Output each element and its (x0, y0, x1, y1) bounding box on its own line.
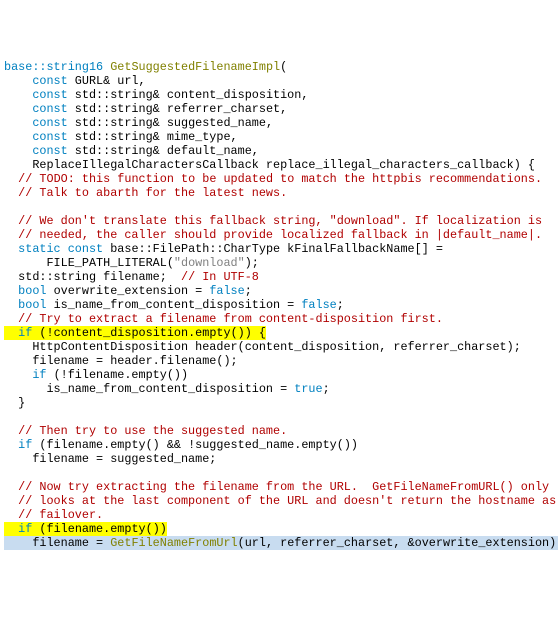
code-line: static const base::FilePath::CharType kF… (4, 242, 443, 256)
code-text: filename = (4, 536, 110, 550)
code-line: // TODO: this function to be updated to … (4, 172, 542, 186)
comment-token: : this function to be updated to match t… (68, 172, 542, 186)
code-text: } (4, 396, 25, 410)
code-text: GURL& url, (68, 74, 146, 88)
code-text: is_name_from_content_disposition = (4, 382, 294, 396)
code-line: const std::string& mime_type, (4, 130, 238, 144)
keyword-token: const (4, 74, 68, 88)
comment-token: // looks at the last component of the UR… (4, 494, 558, 508)
code-text: ( (280, 60, 287, 74)
code-line: // Then try to use the suggested name. (4, 424, 287, 438)
code-text: std::string& content_disposition, (68, 88, 309, 102)
keyword-token: if (18, 326, 32, 340)
keyword-token: bool (4, 298, 46, 312)
code-text: std::string filename; (4, 270, 181, 284)
code-text: FILE_PATH_LITERAL( (4, 256, 174, 270)
code-line: } (4, 396, 25, 410)
code-line: ReplaceIllegalCharactersCallback replace… (4, 158, 535, 172)
code-line: // Try to extract a filename from conten… (4, 312, 443, 326)
code-text: overwrite_extension = (46, 284, 209, 298)
code-line: std::string filename; // In UTF-8 (4, 270, 259, 284)
code-text: (url, referrer_charset, &overwrite_exten… (238, 536, 558, 550)
keyword-token: false (301, 298, 336, 312)
comment-token: // Try to extract a filename from conten… (4, 312, 443, 326)
code-line: const std::string& referrer_charset, (4, 102, 287, 116)
keyword-token: const (4, 130, 68, 144)
comment-token: // Talk to abarth for the latest news. (4, 186, 287, 200)
code-line: const std::string& suggested_name, (4, 116, 273, 130)
highlighted-line: if (filename.empty()) (4, 522, 167, 536)
code-line: HttpContentDisposition header(content_di… (4, 340, 521, 354)
code-text: ; (323, 382, 330, 396)
code-line: const GURL& url, (4, 74, 146, 88)
keyword-token: const (4, 88, 68, 102)
function-name: GetSuggestedFilenameImpl (110, 60, 280, 74)
code-line: // looks at the last component of the UR… (4, 494, 558, 508)
code-text: (filename.empty()) (32, 522, 167, 536)
code-text: ); (245, 256, 259, 270)
highlighted-line: if (!content_disposition.empty()) { (4, 326, 266, 340)
code-text (4, 326, 18, 340)
keyword-token: false (209, 284, 244, 298)
keyword-token: true (294, 382, 322, 396)
function-name: GetFileNameFromUrl (110, 536, 237, 550)
code-text: ; (245, 284, 252, 298)
todo-token: TODO (39, 172, 67, 186)
code-text: (filename.empty() && !suggested_name.emp… (32, 438, 358, 452)
code-line: const std::string& default_name, (4, 144, 259, 158)
code-line: bool overwrite_extension = false; (4, 284, 252, 298)
keyword-token: static (4, 242, 61, 256)
keyword-token: const (4, 144, 68, 158)
keyword-token: if (4, 438, 32, 452)
code-line: if (!filename.empty()) (4, 368, 188, 382)
keyword-token: if (4, 368, 46, 382)
code-line: // failover. (4, 508, 103, 522)
code-block: base::string16 GetSuggestedFilenameImpl(… (4, 60, 554, 550)
code-line: FILE_PATH_LITERAL("download"); (4, 256, 259, 270)
code-text: filename = suggested_name; (4, 452, 216, 466)
code-text: std::string& suggested_name, (68, 116, 273, 130)
code-line: // needed, the caller should provide loc… (4, 228, 542, 242)
highlighted-line: filename = GetFileNameFromUrl(url, refer… (4, 536, 558, 550)
string-token: "download" (174, 256, 245, 270)
keyword-token: const (61, 242, 103, 256)
comment-token: // In UTF-8 (181, 270, 259, 284)
code-text: ReplaceIllegalCharactersCallback replace… (4, 158, 535, 172)
code-text: ; (337, 298, 344, 312)
keyword-token: if (18, 522, 32, 536)
code-line: if (filename.empty() && !suggested_name.… (4, 438, 358, 452)
comment-token: // failover. (4, 508, 103, 522)
code-text: (!content_disposition.empty()) { (32, 326, 266, 340)
type-token: base::string16 (4, 60, 110, 74)
code-line: const std::string& content_disposition, (4, 88, 308, 102)
code-text: (!filename.empty()) (46, 368, 188, 382)
code-text: std::string& mime_type, (68, 130, 238, 144)
code-line: is_name_from_content_disposition = true; (4, 382, 330, 396)
code-line: filename = header.filename(); (4, 354, 238, 368)
keyword-token: bool (4, 284, 46, 298)
comment-token: // We don't translate this fallback stri… (4, 214, 542, 228)
code-line: // Now try extracting the filename from … (4, 480, 549, 494)
code-text: std::string& default_name, (68, 144, 259, 158)
code-line: base::string16 GetSuggestedFilenameImpl( (4, 60, 287, 74)
comment-token: // (4, 172, 39, 186)
code-line: // We don't translate this fallback stri… (4, 214, 542, 228)
code-text: base::FilePath::CharType kFinalFallbackN… (103, 242, 443, 256)
code-line: filename = suggested_name; (4, 452, 216, 466)
code-text (4, 522, 18, 536)
code-line: bool is_name_from_content_disposition = … (4, 298, 344, 312)
keyword-token: const (4, 116, 68, 130)
code-line: // Talk to abarth for the latest news. (4, 186, 287, 200)
comment-token: // needed, the caller should provide loc… (4, 228, 542, 242)
comment-token: // Then try to use the suggested name. (4, 424, 287, 438)
code-text: HttpContentDisposition header(content_di… (4, 340, 521, 354)
code-text: filename = header.filename(); (4, 354, 238, 368)
keyword-token: const (4, 102, 68, 116)
code-text: is_name_from_content_disposition = (46, 298, 301, 312)
code-text: std::string& referrer_charset, (68, 102, 287, 116)
comment-token: // Now try extracting the filename from … (4, 480, 549, 494)
